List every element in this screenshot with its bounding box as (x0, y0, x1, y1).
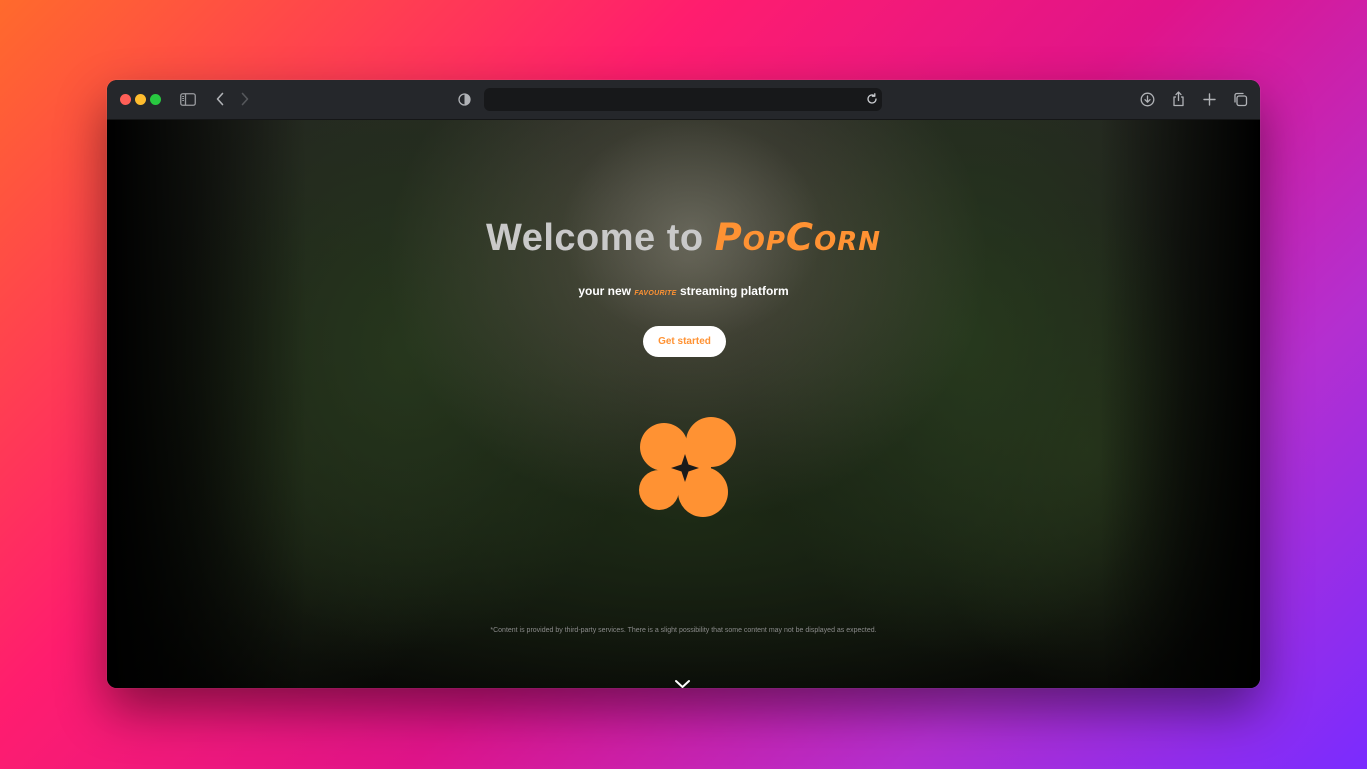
tagline-accent: favourite (634, 287, 677, 298)
get-started-button[interactable]: Get started (643, 326, 726, 357)
chevron-right-icon[interactable] (236, 90, 254, 108)
reload-icon[interactable] (863, 90, 881, 108)
tagline-prefix: your new (578, 284, 635, 298)
sidebar-icon[interactable] (179, 90, 197, 108)
page-title: Welcome to PopCorn (107, 216, 1260, 260)
chevron-left-icon[interactable] (211, 90, 229, 108)
address-bar[interactable] (484, 88, 882, 111)
browser-toolbar (107, 80, 1260, 120)
plus-icon[interactable] (1200, 90, 1218, 108)
headline-prefix: Welcome to (486, 217, 715, 259)
download-icon[interactable] (1138, 90, 1156, 108)
minimize-window-button[interactable] (135, 94, 146, 105)
tabs-overview-icon[interactable] (1231, 90, 1249, 108)
shield-icon[interactable] (455, 90, 473, 108)
brand-name: PopCorn (714, 216, 881, 259)
popcorn-logo-icon (639, 417, 736, 517)
zoom-window-button[interactable] (150, 94, 161, 105)
browser-window: Welcome to PopCorn your new favourite st… (107, 80, 1260, 688)
tagline: your new favourite streaming platform (107, 284, 1260, 298)
chevron-down-icon[interactable] (674, 676, 691, 688)
hero-section: Welcome to PopCorn your new favourite st… (107, 120, 1260, 688)
tagline-suffix: streaming platform (676, 284, 789, 298)
share-icon[interactable] (1169, 90, 1187, 108)
close-window-button[interactable] (120, 94, 131, 105)
disclaimer-text: *Content is provided by third-party serv… (490, 627, 877, 634)
